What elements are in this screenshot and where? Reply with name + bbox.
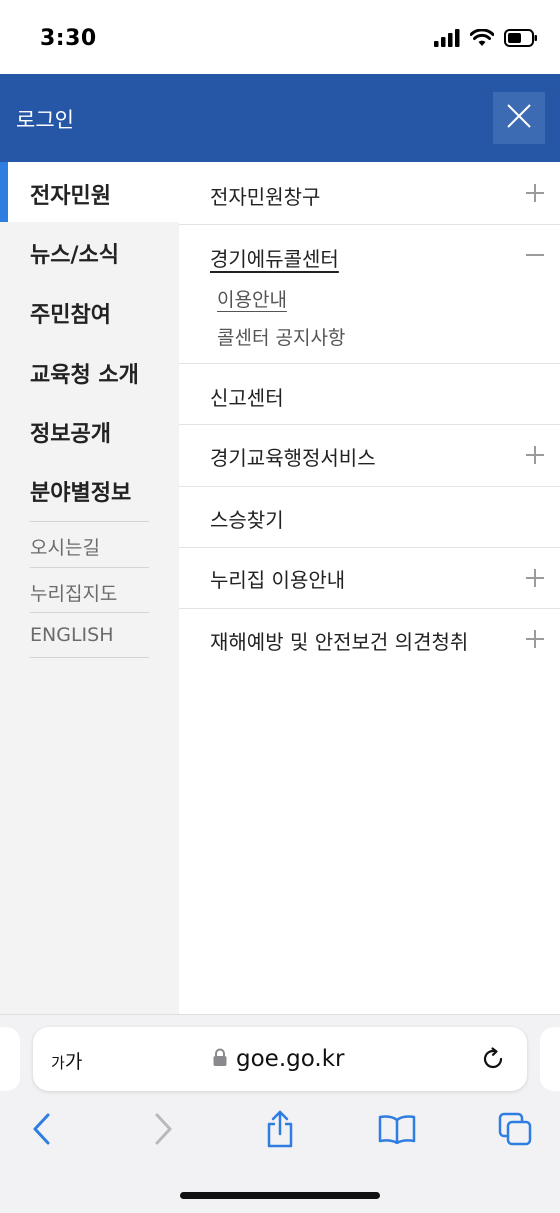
left-sub-link-directions[interactable]: 오시는길 — [30, 521, 149, 566]
previous-tab-preview[interactable] — [0, 1027, 20, 1091]
address-bar[interactable]: 가가 goe.go.kr — [33, 1027, 527, 1091]
submenu-item-label: 신고센터 — [210, 386, 284, 410]
submenu-item-find-teacher[interactable]: 스승찾기 — [179, 487, 560, 548]
divider — [30, 657, 149, 658]
left-sub-link-english[interactable]: ENGLISH — [30, 612, 149, 657]
left-nav-item-participation[interactable]: 주민참여 — [0, 281, 179, 341]
text-size-button[interactable]: 가가 — [51, 1047, 82, 1074]
submenu-item-label: 스승찾기 — [210, 508, 284, 532]
collapse-minus-icon[interactable] — [526, 246, 544, 264]
expand-plus-icon[interactable] — [526, 184, 544, 202]
share-icon — [264, 1110, 296, 1152]
expand-plus-icon[interactable] — [526, 446, 544, 464]
left-nav-item-label: 분야별정보 — [30, 481, 132, 506]
left-nav-item-label: 주민참여 — [30, 303, 111, 328]
submenu-item-label: 누리집 이용안내 — [210, 568, 346, 592]
reload-icon — [479, 1047, 507, 1077]
left-nav-item-label: 전자민원 — [30, 184, 111, 209]
battery-icon — [504, 29, 538, 51]
submenu-item-label: 경기교육행정서비스 — [210, 446, 376, 470]
share-button[interactable] — [260, 1110, 300, 1152]
submenu-panel: 전자민원창구 경기에듀콜센터 이용안내 콜센터 공지사항 신고센터 경기교육행정… — [179, 162, 560, 1014]
tabs-button[interactable] — [495, 1112, 535, 1150]
close-icon — [506, 103, 532, 133]
submenu-item-site-guide[interactable]: 누리집 이용안내 — [179, 548, 560, 609]
menu-header: 로그인 — [0, 74, 560, 162]
left-sub-link-label: ENGLISH — [30, 624, 114, 646]
submenu-item-label: 재해예방 및 안전보건 의견청취 — [210, 630, 469, 654]
bookmarks-button[interactable] — [377, 1113, 417, 1149]
submenu-child-usage-guide[interactable]: 이용안내 — [217, 285, 287, 312]
expand-plus-icon[interactable] — [526, 630, 544, 648]
tabs-icon — [498, 1112, 532, 1150]
submenu-child-call-center-notices[interactable]: 콜센터 공지사항 — [217, 323, 345, 350]
left-nav-item-label: 뉴스/소식 — [30, 243, 119, 268]
submenu-item-e-civil-window[interactable]: 전자민원창구 — [179, 162, 560, 225]
chevron-left-icon — [32, 1113, 52, 1149]
url-display[interactable]: goe.go.kr — [213, 1044, 345, 1074]
reload-button[interactable] — [479, 1045, 507, 1073]
text-size-large-glyph: 가 — [64, 1051, 83, 1073]
home-indicator — [180, 1192, 380, 1199]
left-sub-link-sitemap[interactable]: 누리집지도 — [30, 567, 149, 612]
login-link[interactable]: 로그인 — [16, 104, 74, 134]
left-sub-link-label: 누리집지도 — [30, 583, 118, 605]
next-tab-preview[interactable] — [540, 1027, 560, 1091]
expand-plus-icon[interactable] — [526, 569, 544, 587]
left-nav-item-civil-service[interactable]: 전자민원 — [0, 162, 179, 222]
close-menu-button[interactable] — [493, 92, 545, 144]
browser-toolbar: 가가 goe.go.kr — [0, 1014, 560, 1213]
url-text: goe.go.kr — [236, 1046, 345, 1072]
wifi-icon — [469, 28, 495, 51]
left-nav-item-disclosure[interactable]: 정보공개 — [0, 400, 179, 460]
left-sub-link-label: 오시는길 — [30, 537, 100, 559]
status-icons — [434, 28, 538, 52]
cellular-signal-icon — [434, 29, 460, 51]
submenu-item-call-center[interactable]: 경기에듀콜센터 이용안내 콜센터 공지사항 — [179, 225, 560, 364]
submenu-item-admin-services[interactable]: 경기교육행정서비스 — [179, 425, 560, 487]
left-nav: 전자민원 뉴스/소식 주민참여 교육청 소개 정보공개 분야별정보 오시는길 누… — [0, 162, 179, 1014]
forward-button[interactable] — [143, 1113, 183, 1149]
submenu-item-label: 경기에듀콜센터 — [210, 247, 339, 271]
left-nav-item-label: 정보공개 — [30, 422, 111, 447]
left-nav-item-field-info[interactable]: 분야별정보 — [0, 459, 179, 519]
status-bar: 3:30 — [0, 0, 560, 74]
status-time: 3:30 — [40, 26, 97, 51]
chevron-right-icon — [153, 1113, 173, 1149]
left-nav-item-about[interactable]: 교육청 소개 — [0, 341, 179, 401]
left-nav-item-news[interactable]: 뉴스/소식 — [0, 221, 179, 281]
book-icon — [378, 1114, 416, 1148]
submenu-item-safety-opinion[interactable]: 재해예방 및 안전보건 의견청취 — [179, 609, 560, 670]
text-size-small-glyph: 가 — [51, 1054, 65, 1072]
submenu-item-report-center[interactable]: 신고센터 — [179, 364, 560, 425]
submenu-item-label: 전자민원창구 — [210, 185, 321, 209]
back-button[interactable] — [22, 1113, 62, 1149]
left-nav-item-label: 교육청 소개 — [30, 363, 139, 388]
lock-icon — [213, 1048, 227, 1070]
